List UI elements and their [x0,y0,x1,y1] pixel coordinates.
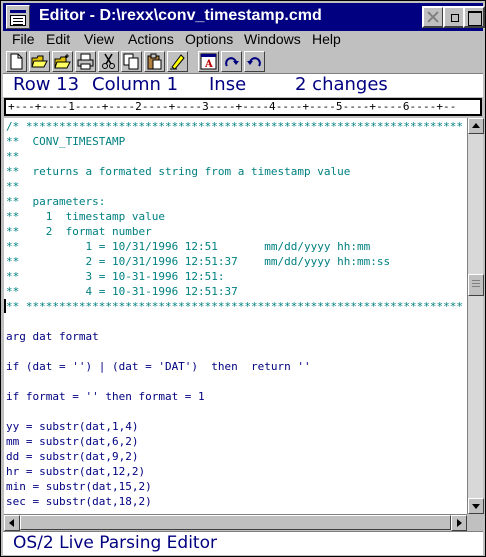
maximize-button[interactable] [463,6,485,28]
undo-icon[interactable] [244,51,265,72]
minimize-button[interactable] [443,6,465,28]
copy-icon[interactable] [121,51,142,72]
cut-icon[interactable] [98,51,119,72]
new-file-icon[interactable] [6,51,27,72]
scroll-up-button[interactable] [468,118,484,134]
open-folder-plus-icon[interactable] [52,51,73,72]
ruler-text: +---+----1----+----2----+----3----+----4… [8,100,457,113]
code-line: mm = substr(dat,6,2) [6,435,139,448]
code-line: ** 2 format number [6,225,152,238]
font-icon[interactable]: A [198,51,219,72]
menu-options[interactable]: Options [185,31,233,47]
menu-bar: File Edit View Actions Options Windows H… [3,31,483,49]
status-line: Row 13 Column 1 Inse 2 changes [3,73,483,97]
paste-icon[interactable] [144,51,165,72]
code-line: arg dat format [6,330,99,343]
scroll-left-button[interactable] [4,515,20,531]
message-line: OS/2 Live Parsing Editor [3,531,483,555]
text-editor-area[interactable]: /* *************************************… [4,118,467,514]
column-ruler: +---+----1----+----2----+----3----+----4… [4,98,482,116]
scroll-down-button[interactable] [468,498,484,514]
menu-edit[interactable]: Edit [46,31,70,47]
menu-actions[interactable]: Actions [128,31,174,47]
print-icon[interactable] [75,51,96,72]
code-line: if format = '' then format = 1 [6,390,205,403]
code-line: ** 3 = 10-31-1996 12:51: [6,270,225,283]
text-cursor [4,299,6,313]
scroll-right-button[interactable] [451,515,467,531]
menu-help[interactable]: Help [312,31,341,47]
code-line: ** [6,150,20,163]
code-line: ** 1 = 10/31/1996 12:51 mm/dd/yyyy hh:mm [6,240,371,253]
svg-text:A: A [204,59,213,70]
code-line: sec = substr(dat,18,2) [6,495,152,508]
highlight-icon[interactable] [167,51,188,72]
code-line: ** returns a formated string from a time… [6,165,351,178]
menu-windows[interactable]: Windows [244,31,301,47]
code-line: ** *************************************… [6,300,463,313]
arrow-up-icon [472,123,480,128]
code-line: dd = substr(dat,9,2) [6,450,139,463]
editor-window: Editor - D:\rexx\conv_timestamp.cmd File… [0,0,486,557]
redo-icon[interactable] [221,51,242,72]
row-indicator: Row 13 [13,74,80,95]
close-window-button[interactable] [422,6,444,28]
horizontal-scrollbar[interactable] [4,514,467,531]
menu-view[interactable]: View [84,31,114,47]
message-text: OS/2 Live Parsing Editor [13,533,217,553]
window-title: Editor - D:\rexx\conv_timestamp.cmd [39,7,322,24]
arrow-right-icon [457,519,462,527]
system-menu-icon[interactable] [6,5,30,29]
insert-mode-indicator: Inse [209,74,247,95]
arrow-down-icon [472,504,480,509]
vertical-scroll-thumb[interactable] [468,274,484,296]
code-line: ** CONV_TIMESTAMP [6,135,126,148]
title-bar[interactable]: Editor - D:\rexx\conv_timestamp.cmd [3,3,485,31]
code-line: min = substr(dat,15,2) [6,480,152,493]
code-line: ** 4 = 10-31-1996 12:51:37 [6,285,238,298]
menu-file[interactable]: File [12,31,35,47]
code-content: /* *************************************… [6,119,463,509]
code-line: /* *************************************… [6,120,463,133]
code-line: ** parameters: [6,195,106,208]
code-line: yy = substr(dat,1,4) [6,420,139,433]
arrow-left-icon [9,519,14,527]
column-indicator: Column 1 [92,74,179,95]
code-line: ** 1 timestamp value [6,210,165,223]
scrollbar-corner [467,514,483,530]
code-line: if (dat = '') | (dat = 'DAT') then retur… [6,360,311,373]
code-line: hr = substr(dat,12,2) [6,465,146,478]
code-line: ** [6,180,20,193]
open-folder-icon[interactable] [29,51,50,72]
horizontal-scroll-thumb[interactable] [20,515,451,530]
changes-indicator: 2 changes [295,74,388,95]
code-line: ** 2 = 10/31/1996 12:51:37 mm/dd/yyyy hh… [6,255,391,268]
vertical-scrollbar[interactable] [467,118,484,514]
toolbar: A [3,49,483,73]
